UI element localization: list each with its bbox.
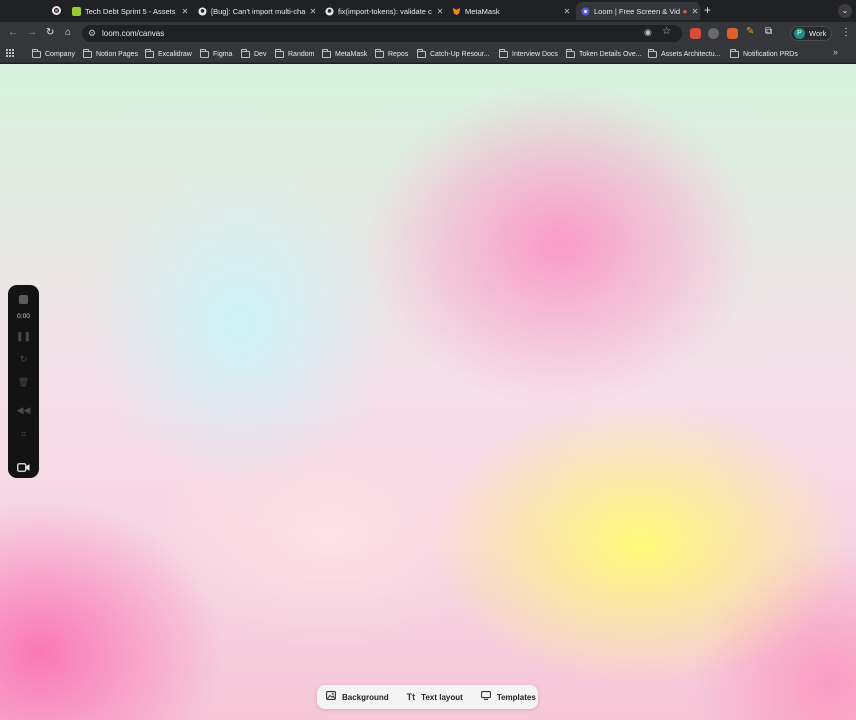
- profile-button[interactable]: P Work: [790, 26, 832, 41]
- loom-icon: [581, 6, 590, 16]
- more-bookmarks-icon[interactable]: »: [833, 47, 838, 57]
- address-bar[interactable]: ⚙ loom.com/canvas ◉ ☆: [82, 25, 682, 42]
- bookmark-folder-random[interactable]: Random: [275, 48, 314, 60]
- folder-icon: [83, 48, 92, 58]
- close-icon[interactable]: ✕: [562, 7, 572, 16]
- bookmark-folder-notification-prds[interactable]: Notification PRDs: [730, 48, 798, 60]
- metamask-fox-icon: [452, 7, 461, 16]
- extension-icon[interactable]: [708, 28, 719, 39]
- bookmark-folder-figma[interactable]: Figma: [200, 48, 232, 60]
- folder-icon: [499, 48, 508, 58]
- rewind-icon[interactable]: ◀◀: [8, 405, 39, 416]
- tab-metamask[interactable]: MetaMask ✕: [452, 2, 572, 20]
- stop-recording-button[interactable]: [19, 295, 28, 304]
- github-icon: [198, 6, 207, 16]
- drawing-tools-icon[interactable]: ⌗: [8, 429, 39, 440]
- back-icon[interactable]: ←: [8, 27, 18, 39]
- tab-title: Tech Debt Sprint 5 - Assets: [85, 6, 176, 16]
- text-layout-button[interactable]: Tt Text layout: [407, 692, 463, 702]
- profile-label: Work: [809, 29, 827, 38]
- folder-icon: [417, 48, 426, 58]
- text-icon: Tt: [406, 692, 416, 702]
- monitor-icon: [480, 691, 491, 703]
- background-button[interactable]: Background: [326, 691, 389, 703]
- github-icon: [325, 6, 334, 16]
- puzzle-extensions-icon[interactable]: ⧉: [765, 26, 776, 37]
- tab-title: [Bug]: Can't import multi-cha: [211, 6, 306, 16]
- bookmark-folder-token-details[interactable]: Token Details Ove...: [566, 48, 642, 60]
- recording-indicator-icon: [52, 6, 61, 15]
- browser-menu-icon[interactable]: ⋮: [841, 27, 851, 38]
- tab-loom[interactable]: Loom | Free Screen & Vide ● ✕: [576, 2, 700, 20]
- templates-button[interactable]: Templates: [480, 691, 536, 703]
- folder-icon: [145, 48, 154, 58]
- tab-search-button[interactable]: ⌄: [838, 4, 852, 18]
- bookmark-folder-excalidraw[interactable]: Excalidraw: [145, 48, 192, 60]
- restart-icon[interactable]: ↻: [8, 354, 39, 365]
- recording-controls: 0:00 ❚❚ ↻ 🗑 ◀◀ ⌗: [8, 285, 39, 478]
- bookmark-folder-assets-architecture[interactable]: Assets Architectu...: [648, 48, 721, 60]
- folder-icon: [241, 48, 250, 58]
- tab-title: fix(import-tokens): validate c: [338, 6, 432, 16]
- recording-tab-icon: ●: [682, 6, 688, 16]
- bookmark-folder-dev[interactable]: Dev: [241, 48, 266, 60]
- reload-icon[interactable]: ↻: [46, 27, 54, 39]
- new-tab-button[interactable]: +: [704, 3, 711, 17]
- canvas-toolbar: Background Tt Text layout Templates: [317, 685, 538, 709]
- site-info-icon[interactable]: ⚙: [88, 28, 96, 39]
- bookmark-folder-company[interactable]: Company: [32, 48, 75, 60]
- bookmark-folder-interview-docs[interactable]: Interview Docs: [499, 48, 558, 60]
- folder-icon: [375, 48, 384, 58]
- close-icon[interactable]: ✕: [180, 7, 190, 16]
- url-text[interactable]: loom.com/canvas: [102, 29, 164, 38]
- folder-icon: [566, 48, 575, 58]
- loom-extension-icon[interactable]: [690, 28, 701, 39]
- bookmark-folder-metamask[interactable]: MetaMask: [322, 48, 367, 60]
- bookmark-folder-catch-up[interactable]: Catch-Up Resour...: [417, 48, 490, 60]
- tracking-protection-icon[interactable]: ◉: [644, 27, 652, 38]
- delete-icon[interactable]: 🗑: [8, 377, 39, 388]
- pen-extension-icon[interactable]: ✎: [746, 26, 757, 37]
- bookmarks-bar: Company Notion Pages Excalidraw Figma De…: [0, 44, 856, 63]
- tab-bug-issue[interactable]: [Bug]: Can't import multi-cha ✕: [198, 2, 318, 20]
- pause-icon[interactable]: ❚❚: [8, 331, 39, 342]
- tab-pr-fix[interactable]: fix(import-tokens): validate c ✕: [325, 2, 445, 20]
- folder-icon: [322, 48, 331, 58]
- bookmark-folder-notion-pages[interactable]: Notion Pages: [83, 48, 138, 60]
- notion-style-icon: [72, 6, 81, 16]
- recording-timer: 0:00: [17, 313, 30, 320]
- avatar: P: [794, 28, 805, 39]
- tab-strip: Tech Debt Sprint 5 - Assets ✕ [Bug]: Can…: [0, 0, 856, 22]
- forward-icon[interactable]: →: [27, 27, 37, 39]
- fox-extension-icon[interactable]: [727, 28, 738, 39]
- folder-icon: [32, 48, 41, 58]
- folder-icon: [200, 48, 209, 58]
- folder-icon: [730, 48, 739, 58]
- close-icon[interactable]: ✕: [435, 7, 445, 16]
- folder-icon: [648, 48, 657, 58]
- image-icon: [326, 691, 336, 703]
- tab-title: Loom | Free Screen & Vide: [594, 6, 680, 16]
- apps-grid-icon[interactable]: [6, 49, 15, 58]
- bookmark-folder-repos[interactable]: Repos: [375, 48, 408, 60]
- home-icon[interactable]: ⌂: [65, 27, 71, 39]
- close-icon[interactable]: ✕: [308, 7, 318, 16]
- camera-icon[interactable]: [17, 459, 30, 472]
- tab-title: MetaMask: [465, 6, 500, 16]
- bookmark-star-icon[interactable]: ☆: [662, 26, 671, 37]
- close-icon[interactable]: ✕: [690, 7, 700, 16]
- loom-canvas: [0, 64, 856, 720]
- browser-toolbar: ← → ↻ ⌂ ⚙ loom.com/canvas ◉ ☆ ✎ ⧉ P Work…: [0, 22, 856, 44]
- tab-tech-debt[interactable]: Tech Debt Sprint 5 - Assets ✕: [72, 2, 190, 20]
- folder-icon: [275, 48, 284, 58]
